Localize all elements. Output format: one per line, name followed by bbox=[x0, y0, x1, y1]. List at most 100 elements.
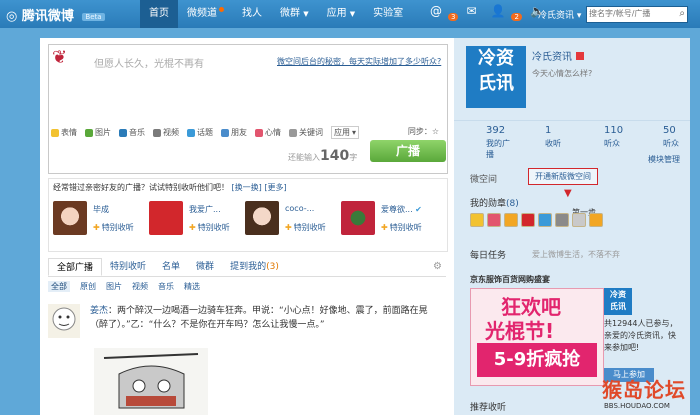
avatar[interactable] bbox=[48, 304, 80, 338]
feed-body: ：两个醉汉一边喝酒一边骑车狂奔。甲说：“小心点！好像地、震了，前面路在晃（醉了）… bbox=[90, 306, 428, 330]
profile-status[interactable]: 今天心情怎么样? bbox=[532, 68, 592, 79]
special-follow-button[interactable]: 特别收听 bbox=[381, 222, 422, 233]
tab-all[interactable]: 全部广播 bbox=[48, 258, 103, 276]
followers-icon[interactable]: 👤 2 bbox=[491, 4, 522, 21]
medal-icon[interactable] bbox=[538, 213, 552, 227]
tool-music[interactable]: 音乐 bbox=[119, 126, 145, 139]
ad-title[interactable]: 京东服饰百货网购盛宴 bbox=[470, 274, 550, 285]
nav-channel[interactable]: 微频道 bbox=[178, 0, 233, 28]
cartoon-image[interactable] bbox=[94, 348, 208, 415]
recommend-name[interactable]: 爱尊欲... ✔ bbox=[381, 204, 422, 215]
recommend-card[interactable]: coco-... 特别收听 bbox=[245, 201, 335, 245]
watermark-title: 猴岛论坛 bbox=[602, 378, 686, 402]
recommend-panel: 经常错过亲密好友的广播？试试特别收听他们吧！ [换一换] [更多] 毕成 特别收… bbox=[48, 178, 448, 252]
recommend-name[interactable]: coco-... bbox=[285, 204, 314, 213]
vip-icon bbox=[576, 52, 584, 60]
filter-video[interactable]: 视频 bbox=[132, 281, 148, 292]
main-column: ❦ 但愿人长久，光棍不再有 微空间后台的秘密，每天实际增加了多少听众? 表情 图… bbox=[40, 38, 454, 415]
search-input[interactable] bbox=[587, 7, 673, 20]
stat-label: 听众 bbox=[604, 139, 620, 148]
recommend-card[interactable]: 爱尊欲... ✔ 特别收听 bbox=[341, 201, 431, 245]
nav-lab[interactable]: 实验室 bbox=[364, 0, 412, 28]
ad-logo[interactable]: 冷资 氏讯 bbox=[604, 288, 632, 315]
special-follow-button[interactable]: 特别收听 bbox=[285, 222, 326, 233]
sidebar: 冷资 氏讯 冷氏资讯 今天心情怎么样? 392 我的广播 1 收听 110 听众 50 听… bbox=[454, 38, 690, 415]
medals-label-text: 我的勋章 bbox=[470, 199, 507, 209]
stat-broadcasts[interactable]: 392 我的广播 bbox=[454, 121, 513, 160]
tool-keyword[interactable]: 关键词 bbox=[289, 126, 323, 139]
medal-icon[interactable] bbox=[589, 213, 603, 227]
tab-mentions[interactable]: 提到我的(3) bbox=[222, 258, 287, 276]
ad-logo-line: 冷资 bbox=[610, 290, 626, 299]
filter-featured[interactable]: 精选 bbox=[184, 281, 200, 292]
medal-icon[interactable] bbox=[470, 213, 484, 227]
user-menu-label: 冷氏资讯 bbox=[538, 11, 575, 21]
post-button[interactable]: 广播 bbox=[370, 140, 446, 162]
tool-label: 音乐 bbox=[129, 128, 145, 137]
stat-followers[interactable]: 110 听众 bbox=[572, 121, 631, 160]
nav-apps[interactable]: 应用 ▼ bbox=[318, 0, 365, 28]
tool-mood[interactable]: 心情 bbox=[255, 126, 281, 139]
module-manage-link[interactable]: 模块管理 bbox=[648, 154, 680, 165]
mail-icon[interactable]: ✉ bbox=[466, 4, 476, 18]
medal-icon[interactable] bbox=[555, 213, 569, 227]
toolbar-icons: @3 ✉ 👤 2 🔈 bbox=[430, 4, 545, 21]
medal-icon[interactable] bbox=[521, 213, 535, 227]
tab-list[interactable]: 名单 bbox=[154, 258, 188, 276]
sync-option[interactable]: 同步：☆ bbox=[408, 126, 439, 137]
daily-tasks-hint[interactable]: 爱上微博生活，不落不弃 bbox=[532, 249, 620, 260]
tool-topic[interactable]: 话题 bbox=[187, 126, 213, 139]
medal-list bbox=[470, 213, 603, 227]
recommend-name[interactable]: 我爱广... bbox=[189, 204, 221, 215]
logo[interactable]: ◎ 腾讯微博 Beta bbox=[6, 5, 105, 24]
swap-link[interactable]: [换一换] bbox=[232, 183, 262, 192]
nav-home[interactable]: 首页 bbox=[140, 0, 178, 28]
promo-link[interactable]: 微空间后台的秘密，每天实际增加了多少听众? bbox=[277, 56, 441, 67]
filter-original[interactable]: 原创 bbox=[80, 281, 96, 292]
profile-name[interactable]: 冷氏资讯 bbox=[532, 48, 584, 63]
profile-logo-line: 氏讯 bbox=[478, 73, 514, 94]
ad-banner[interactable]: 狂欢吧 光棍节! 5-9折疯抢 bbox=[470, 288, 604, 386]
sync-label: 同步： bbox=[407, 127, 432, 136]
special-follow-button[interactable]: 特别收听 bbox=[93, 222, 134, 233]
medals-label: 我的勋章(8) bbox=[470, 196, 519, 209]
tool-apps[interactable]: 应用 ▾ bbox=[331, 126, 360, 139]
stat-following[interactable]: 1 收听 bbox=[513, 121, 572, 160]
tool-friends[interactable]: 朋友 bbox=[221, 126, 247, 139]
tool-image[interactable]: 图片 bbox=[85, 126, 111, 139]
filter-all[interactable]: 全部 bbox=[48, 281, 70, 292]
nav-find-people[interactable]: 找人 bbox=[233, 0, 271, 28]
tab-special[interactable]: 特别收听 bbox=[102, 258, 154, 276]
more-link[interactable]: [更多] bbox=[264, 183, 286, 192]
feed-author[interactable]: 姜杰 bbox=[90, 306, 108, 316]
filter-image[interactable]: 图片 bbox=[106, 281, 122, 292]
emoji-icon bbox=[51, 128, 59, 137]
search-icon[interactable]: ⌕ bbox=[679, 8, 685, 19]
avatar[interactable] bbox=[149, 201, 183, 235]
counter-suffix: 字 bbox=[349, 153, 358, 162]
ad-line: 光棍节! bbox=[485, 319, 555, 343]
user-menu[interactable]: 冷氏资讯 ▾ bbox=[538, 8, 581, 21]
at-mention-icon[interactable]: @3 bbox=[430, 4, 459, 21]
tool-emoji[interactable]: 表情 bbox=[51, 126, 77, 139]
medal-icon[interactable] bbox=[487, 213, 501, 227]
special-follow-button[interactable]: 特别收听 bbox=[189, 222, 230, 233]
medal-icon[interactable] bbox=[572, 213, 586, 227]
recommend-name[interactable]: 毕成 bbox=[93, 204, 109, 215]
recommend-card[interactable]: 我爱广... 特别收听 bbox=[149, 201, 239, 245]
stat-num: 1 bbox=[545, 125, 552, 136]
avatar[interactable] bbox=[341, 201, 375, 235]
medal-icon[interactable] bbox=[504, 213, 518, 227]
recommend-title-text: 经常错过亲密好友的广播？试试特别收听他们吧！ bbox=[53, 183, 229, 192]
open-space-button[interactable]: 开通新版微空间 bbox=[528, 168, 598, 185]
keyword-icon bbox=[289, 128, 297, 137]
nav-groups[interactable]: 微群 ▼ bbox=[271, 0, 318, 28]
recommend-card[interactable]: 毕成 特别收听 bbox=[53, 201, 143, 245]
gear-icon[interactable]: ⚙ bbox=[433, 261, 442, 272]
avatar[interactable] bbox=[245, 201, 279, 235]
tool-video[interactable]: 视频 bbox=[153, 126, 179, 139]
profile-avatar[interactable]: 冷资 氏讯 bbox=[466, 46, 526, 108]
avatar[interactable] bbox=[53, 201, 87, 235]
tab-groups[interactable]: 微群 bbox=[188, 258, 222, 276]
filter-music[interactable]: 音乐 bbox=[158, 281, 174, 292]
